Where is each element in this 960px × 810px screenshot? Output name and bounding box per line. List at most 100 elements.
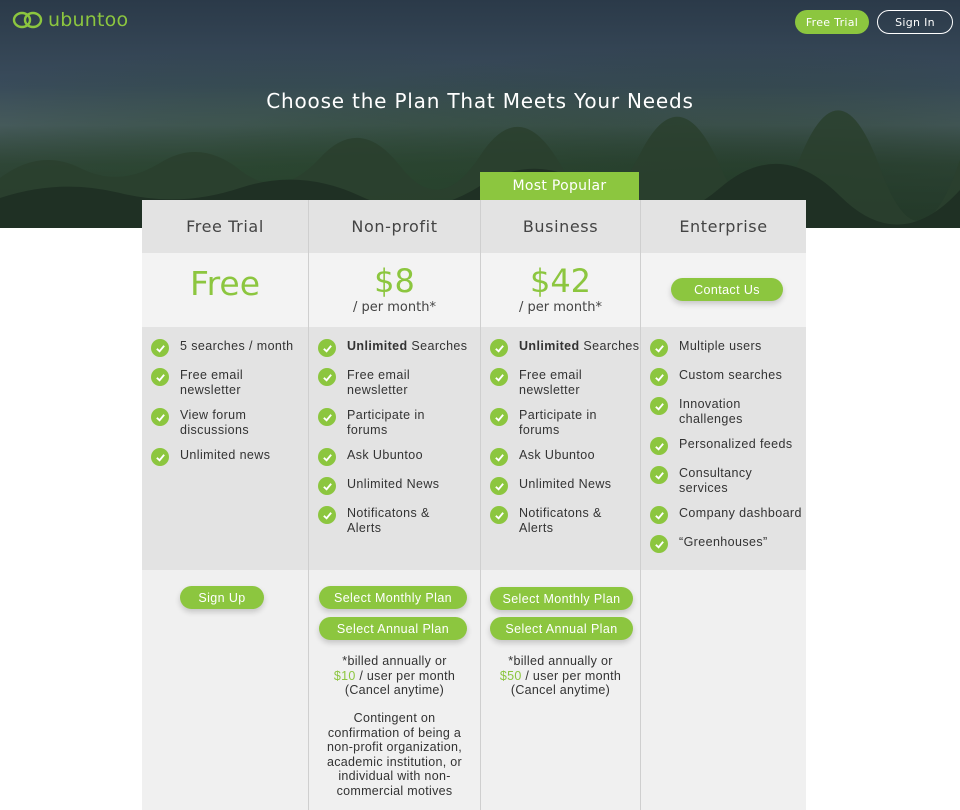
feature-text: Ask Ubuntoo: [519, 448, 595, 462]
feature-item: Personalized feeds: [641, 437, 806, 455]
check-icon: [650, 437, 668, 455]
feature-item: Free email newsletter: [142, 368, 308, 397]
feature-item: Innovation challenges: [641, 397, 806, 426]
feature-item: Custom searches: [641, 368, 806, 386]
feature-item: Notificatons & Alerts: [309, 506, 480, 535]
plan-name: Business: [481, 200, 640, 253]
feature-item: Ask Ubuntoo: [309, 448, 480, 466]
check-icon: [318, 477, 336, 495]
feature-text: Free email newsletter: [519, 368, 583, 397]
plan-non-profit: Non-profit $8 / per month* Unlimited Sea…: [308, 200, 480, 810]
feature-item: 5 searches / month: [142, 339, 308, 357]
feature-text: Multiple users: [679, 339, 762, 353]
pricing-table: Free Trial Free 5 searches / month Free …: [142, 200, 806, 810]
check-icon: [490, 408, 508, 426]
check-icon: [151, 408, 169, 426]
feature-list: Multiple users Custom searches Innovatio…: [641, 327, 806, 570]
select-monthly-plan-button[interactable]: Select Monthly Plan: [490, 587, 633, 610]
feature-text: Unlimited News: [519, 477, 612, 491]
check-icon: [490, 477, 508, 495]
check-icon: [650, 397, 668, 415]
brand-logo[interactable]: ubuntoo: [12, 9, 128, 31]
plan-footer: Sign Up: [142, 570, 308, 810]
feature-item: Unlimited news: [142, 448, 308, 466]
feature-text: Personalized feeds: [679, 437, 793, 451]
check-icon: [650, 466, 668, 484]
feature-item: Unlimited News: [309, 477, 480, 495]
nav-sign-in-button[interactable]: Sign In: [877, 10, 953, 34]
feature-text: Free email newsletter: [347, 368, 411, 397]
feature-list: Unlimited Searches Free email newsletter…: [481, 327, 640, 570]
feature-text: Unlimited news: [180, 448, 271, 462]
check-icon: [650, 368, 668, 386]
brand-name: ubuntoo: [48, 9, 129, 31]
check-icon: [318, 448, 336, 466]
check-icon: [490, 368, 508, 386]
plan-price-row: Contact Us: [641, 253, 806, 327]
billing-note: *billed annually or $50 / user per month…: [499, 654, 622, 697]
check-icon: [151, 339, 169, 357]
feature-text: Consultancy services: [679, 466, 753, 495]
feature-text: Unlimited News: [347, 477, 440, 491]
select-annual-plan-button[interactable]: Select Annual Plan: [490, 617, 633, 640]
feature-text: Notificatons & Alerts: [347, 506, 430, 535]
feature-text: “Greenhouses”: [679, 535, 768, 549]
feature-text: Innovation challenges: [679, 397, 743, 426]
select-annual-plan-button[interactable]: Select Annual Plan: [319, 617, 467, 640]
feature-item: Multiple users: [641, 339, 806, 357]
billing-note: *billed annually or $10 / user per month…: [333, 654, 456, 697]
feature-text: Company dashboard: [679, 506, 802, 520]
nav-free-trial-button[interactable]: Free Trial: [795, 10, 869, 34]
logo-icon: [12, 11, 43, 29]
check-icon: [490, 339, 508, 357]
check-icon: [151, 368, 169, 386]
plan-price-row: $8 / per month*: [309, 253, 480, 327]
page-title: Choose the Plan That Meets Your Needs: [266, 89, 694, 113]
check-icon: [650, 339, 668, 357]
feature-text: Unlimited Searches: [347, 339, 468, 353]
feature-item: Participate in forums: [481, 408, 640, 437]
check-icon: [318, 339, 336, 357]
plan-price-row: Free: [142, 253, 308, 327]
check-icon: [490, 448, 508, 466]
feature-text: Unlimited Searches: [519, 339, 640, 353]
plan-footer: Select Monthly Plan Select Annual Plan *…: [309, 570, 480, 810]
plan-name: Free Trial: [142, 200, 308, 253]
feature-list: Unlimited Searches Free email newsletter…: [309, 327, 480, 570]
feature-item: Unlimited Searches: [309, 339, 480, 357]
feature-item: Ask Ubuntoo: [481, 448, 640, 466]
check-icon: [151, 448, 169, 466]
select-monthly-plan-button[interactable]: Select Monthly Plan: [319, 586, 467, 609]
feature-item: Unlimited Searches: [481, 339, 640, 357]
plan-footer: Select Monthly Plan Select Annual Plan *…: [481, 570, 640, 810]
plan-price: Free: [189, 264, 261, 303]
feature-text: Custom searches: [679, 368, 783, 382]
feature-item: Unlimited News: [481, 477, 640, 495]
feature-text: Ask Ubuntoo: [347, 448, 423, 462]
feature-item: Free email newsletter: [481, 368, 640, 397]
sign-up-button[interactable]: Sign Up: [180, 586, 264, 609]
check-icon: [650, 535, 668, 553]
plan-name: Enterprise: [641, 200, 806, 253]
feature-item: Notificatons & Alerts: [481, 506, 640, 535]
plan-price: $42: [529, 262, 592, 300]
plan-price: $8: [374, 262, 415, 300]
feature-item: View forum discussions: [142, 408, 308, 437]
feature-text: 5 searches / month: [180, 339, 294, 353]
check-icon: [318, 506, 336, 524]
check-icon: [318, 408, 336, 426]
feature-item: Free email newsletter: [309, 368, 480, 397]
feature-item: Company dashboard: [641, 506, 806, 524]
feature-text: View forum discussions: [180, 408, 250, 437]
contact-us-button[interactable]: Contact Us: [671, 278, 783, 301]
plan-free-trial: Free Trial Free 5 searches / month Free …: [142, 200, 308, 810]
check-icon: [490, 506, 508, 524]
plan-period: / per month*: [519, 300, 602, 315]
plan-business: Business $42 / per month* Unlimited Sear…: [480, 200, 640, 810]
plan-name: Non-profit: [309, 200, 480, 253]
feature-text: Free email newsletter: [180, 368, 244, 397]
feature-list: 5 searches / month Free email newsletter…: [142, 327, 308, 570]
check-icon: [650, 506, 668, 524]
feature-item: Participate in forums: [309, 408, 480, 437]
non-profit-eligibility-note: Contingent on confirmation of being a no…: [326, 711, 463, 798]
